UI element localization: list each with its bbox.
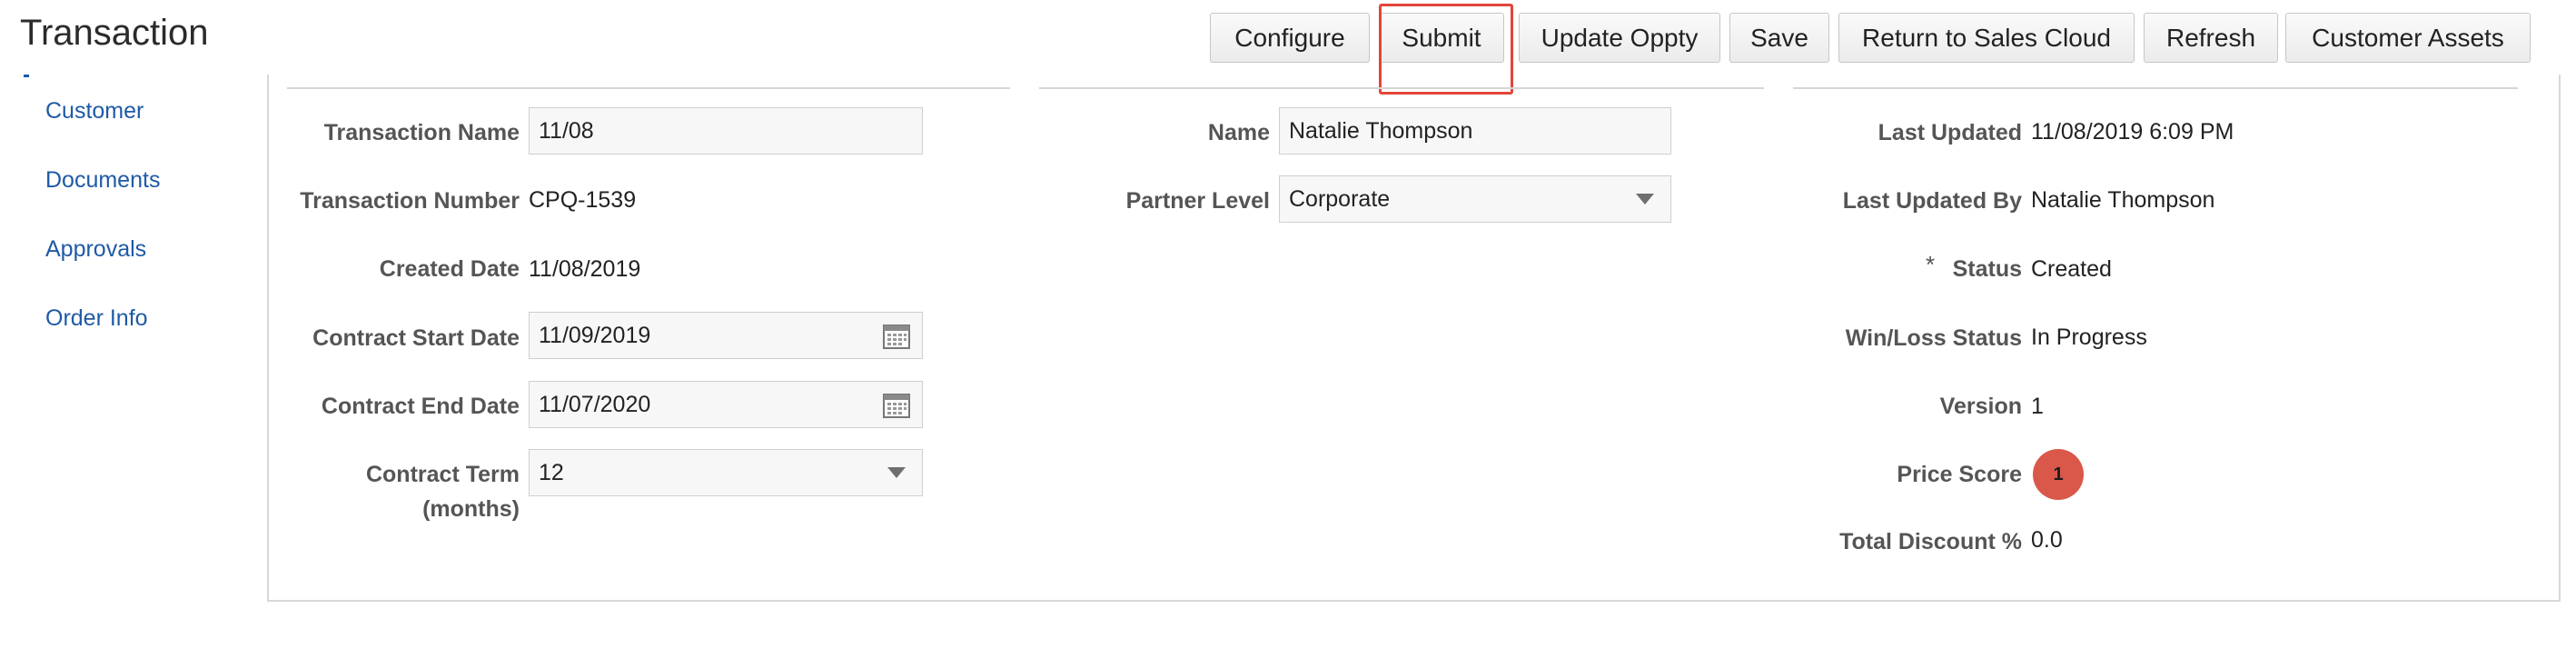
column-divider	[287, 87, 1010, 89]
status-value: Created	[2031, 256, 2112, 282]
created-date-label: Created Date	[379, 256, 520, 282]
sidebar-item-customer[interactable]: Customer	[45, 98, 144, 125]
update-oppty-button[interactable]: Update Oppty	[1519, 13, 1720, 63]
price-score-badge: 1	[2033, 449, 2084, 500]
price-score-label: Price Score	[1897, 462, 2022, 487]
transaction-number-value: CPQ-1539	[529, 187, 637, 213]
transaction-name-value: 11/08	[539, 117, 594, 144]
sidebar-item-documents[interactable]: Documents	[45, 167, 160, 194]
calendar-icon[interactable]	[882, 390, 911, 419]
contract-end-date-input[interactable]: 11/07/2020	[529, 381, 923, 428]
last-updated-by-label: Last Updated By	[1842, 188, 2022, 214]
title-accent-mark	[24, 75, 29, 77]
version-value: 1	[2031, 394, 2044, 419]
transaction-number-label: Transaction Number	[300, 188, 520, 214]
sidebar-item-order-info[interactable]: Order Info	[45, 305, 148, 332]
sidebar-item-approvals[interactable]: Approvals	[45, 236, 146, 263]
total-discount-value: 0.0	[2031, 527, 2063, 553]
partner-level-value: Corporate	[1289, 185, 1391, 212]
submit-button[interactable]: Submit	[1379, 13, 1504, 63]
action-toolbar: Configure Submit Update Oppty Save Retur…	[0, 4, 2576, 95]
partner-level-select[interactable]: Corporate	[1279, 175, 1671, 223]
chevron-down-icon[interactable]	[1636, 194, 1654, 205]
win-loss-status-value: In Progress	[2031, 324, 2147, 350]
calendar-icon[interactable]	[882, 321, 911, 350]
name-value: Natalie Thompson	[1289, 117, 1473, 144]
chevron-down-icon[interactable]	[887, 467, 906, 478]
required-marker: *	[1926, 251, 1936, 278]
created-date-value: 11/08/2019	[529, 256, 641, 282]
name-input[interactable]: Natalie Thompson	[1279, 107, 1671, 155]
contract-term-label-unit: (months)	[422, 496, 520, 522]
status-label: Status	[1952, 256, 2022, 282]
contract-start-date-label: Contract Start Date	[312, 325, 520, 351]
partner-level-label: Partner Level	[1125, 188, 1270, 214]
total-discount-label: Total Discount %	[1839, 529, 2022, 554]
contract-start-date-value: 11/09/2019	[539, 322, 651, 348]
transaction-name-label: Transaction Name	[323, 120, 520, 145]
customer-assets-button[interactable]: Customer Assets	[2285, 13, 2531, 63]
last-updated-value: 11/08/2019 6:09 PM	[2031, 119, 2234, 145]
column-divider	[1039, 87, 1764, 89]
last-updated-label: Last Updated	[1878, 120, 2022, 145]
name-label: Name	[1207, 120, 1270, 145]
contract-term-select[interactable]: 12	[529, 449, 923, 496]
configure-button[interactable]: Configure	[1210, 13, 1370, 63]
version-label: Version	[1939, 394, 2022, 419]
return-to-sales-cloud-button[interactable]: Return to Sales Cloud	[1838, 13, 2135, 63]
win-loss-status-label: Win/Loss Status	[1845, 325, 2022, 351]
contract-term-label: Contract Term	[365, 462, 520, 487]
contract-term-value: 12	[539, 459, 564, 485]
save-button[interactable]: Save	[1729, 13, 1829, 63]
column-divider	[1793, 87, 2518, 89]
transaction-page: Transaction Configure Submit Update Oppt…	[0, 0, 2576, 649]
refresh-button[interactable]: Refresh	[2144, 13, 2278, 63]
contract-end-date-value: 11/07/2020	[539, 391, 651, 417]
transaction-name-input[interactable]: 11/08	[529, 107, 923, 155]
last-updated-by-value: Natalie Thompson	[2031, 187, 2215, 213]
contract-start-date-input[interactable]: 11/09/2019	[529, 312, 923, 359]
contract-end-date-label: Contract End Date	[321, 394, 520, 419]
